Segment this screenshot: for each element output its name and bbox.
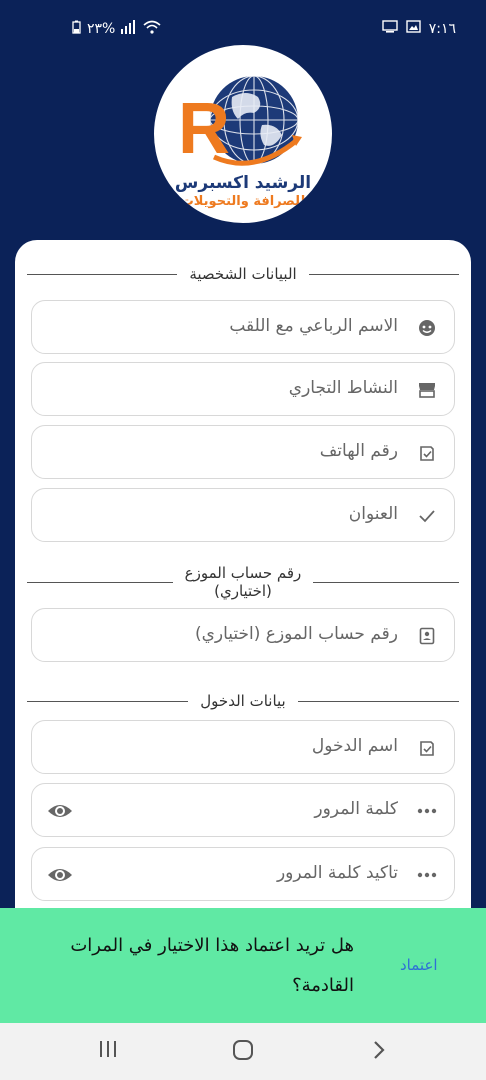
snackbar-message: هل تريد اعتماد هذا الاختيار في المرات ال… [70, 935, 354, 996]
signal-icon [121, 20, 137, 38]
checklist-icon [416, 737, 438, 759]
wifi-icon [143, 20, 161, 38]
distributor-account-field[interactable]: رقم حساب الموزع (اختياري) [31, 608, 455, 662]
screen-icon [382, 20, 398, 37]
registration-form: البيانات الشخصية الاسم الرباعي مع اللقب … [15, 240, 471, 1000]
section-personal-title: البيانات الشخصية [189, 265, 297, 283]
eye-icon[interactable] [46, 864, 74, 886]
password-placeholder: كلمة المرور [314, 799, 398, 819]
phone-field[interactable]: رقم الهاتف [31, 425, 455, 479]
divider [313, 581, 459, 583]
checklist-icon [416, 442, 438, 464]
section-distributor-header: رقم حساب الموزع (اختياري) [26, 564, 459, 600]
section-login-header: بيانات الدخول [27, 692, 459, 710]
password-field[interactable]: كلمة المرور [31, 783, 455, 837]
dots-icon [416, 800, 438, 822]
eye-icon[interactable] [46, 800, 74, 822]
clock: ٧:١٦ [428, 20, 456, 37]
check-icon [416, 505, 438, 527]
battery-percent: ٢٣% [87, 21, 116, 37]
distributor-title-line2: (اختياري) [214, 582, 272, 600]
recents-icon[interactable] [98, 1039, 118, 1063]
store-icon [416, 379, 438, 401]
battery-icon [72, 20, 81, 38]
svg-text:الرشيد اكسبرس: الرشيد اكسبرس [175, 173, 311, 193]
svg-text:R: R [178, 89, 230, 169]
section-distributor-title: رقم حساب الموزع (اختياري) [173, 564, 314, 600]
divider [27, 273, 178, 275]
divider [297, 700, 459, 702]
id-card-icon [416, 625, 438, 647]
full-name-field[interactable]: الاسم الرباعي مع اللقب [31, 300, 455, 354]
address-field[interactable]: العنوان [31, 488, 455, 542]
distributor-account-placeholder: رقم حساب الموزع (اختياري) [194, 624, 398, 644]
system-nav-bar [0, 1023, 486, 1080]
section-login-title: بيانات الدخول [200, 692, 286, 710]
status-left: ٢٣% [72, 20, 161, 38]
section-personal-header: البيانات الشخصية [27, 265, 459, 283]
home-icon[interactable] [232, 1039, 254, 1065]
back-icon[interactable] [372, 1039, 386, 1065]
address-placeholder: العنوان [348, 504, 398, 524]
app-logo: R الرشيد اكسبرس للصرافة والتحويلات [154, 45, 332, 223]
snackbar-confirm-button[interactable]: اعتماد [400, 956, 438, 974]
confirm-password-placeholder: تاكيد كلمة المرور [276, 863, 398, 883]
confirm-password-field[interactable]: تاكيد كلمة المرور [31, 847, 455, 901]
phone-placeholder: رقم الهاتف [319, 441, 398, 461]
face-icon [416, 317, 438, 339]
gallery-icon [406, 20, 421, 37]
svg-text:للصرافة والتحويلات: للصرافة والتحويلات [181, 194, 306, 209]
full-name-placeholder: الاسم الرباعي مع اللقب [229, 316, 398, 336]
divider [26, 581, 173, 583]
business-field[interactable]: النشاط التجاري [31, 362, 455, 416]
status-right: ٧:١٦ [382, 20, 456, 37]
divider [308, 273, 459, 275]
distributor-title-line1: رقم حساب الموزع [184, 564, 302, 582]
business-placeholder: النشاط التجاري [288, 378, 398, 398]
dots-icon [416, 864, 438, 886]
divider [27, 700, 189, 702]
username-placeholder: اسم الدخول [311, 736, 398, 756]
username-field[interactable]: اسم الدخول [31, 720, 455, 774]
